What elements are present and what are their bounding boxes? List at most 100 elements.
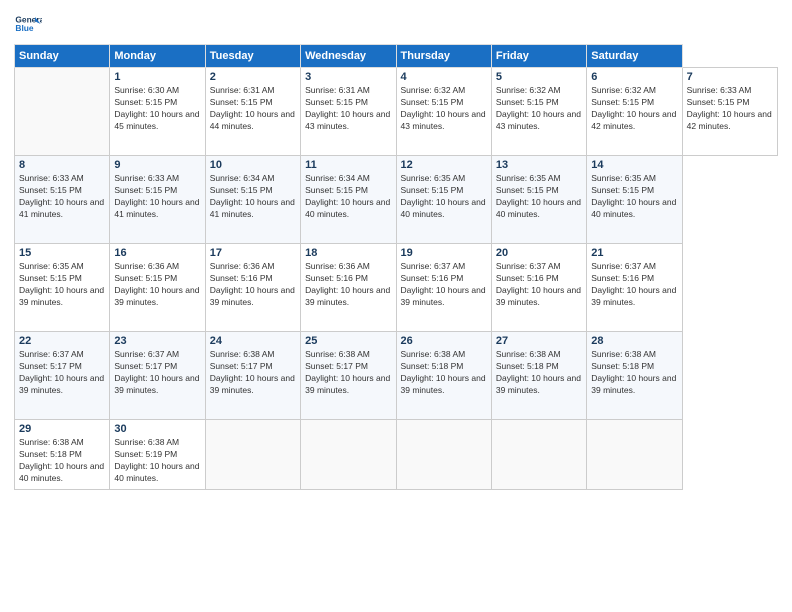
weekday-header-thursday: Thursday bbox=[396, 45, 491, 68]
day-info: Sunrise: 6:32 AMSunset: 5:15 PMDaylight:… bbox=[591, 85, 677, 133]
weekday-header-sunday: Sunday bbox=[15, 45, 110, 68]
day-number: 6 bbox=[591, 71, 677, 83]
week-row-1: 1 Sunrise: 6:30 AMSunset: 5:15 PMDaylight… bbox=[15, 68, 778, 156]
day-info: Sunrise: 6:32 AMSunset: 5:15 PMDaylight:… bbox=[496, 85, 582, 133]
calendar-cell: 10 Sunrise: 6:34 AMSunset: 5:15 PMDayligh… bbox=[205, 156, 300, 244]
calendar-cell: 14 Sunrise: 6:35 AMSunset: 5:15 PMDayligh… bbox=[587, 156, 682, 244]
calendar-cell bbox=[396, 420, 491, 490]
weekday-header-wednesday: Wednesday bbox=[301, 45, 396, 68]
day-info: Sunrise: 6:38 AMSunset: 5:17 PMDaylight:… bbox=[210, 349, 296, 397]
calendar-cell: 16Sunrise: 6:36 AMSunset: 5:15 PMDayligh… bbox=[110, 244, 205, 332]
day-info: Sunrise: 6:33 AMSunset: 5:15 PMDaylight:… bbox=[19, 173, 105, 221]
calendar-cell: 13 Sunrise: 6:35 AMSunset: 5:15 PMDayligh… bbox=[491, 156, 586, 244]
calendar-cell: 6 Sunrise: 6:32 AMSunset: 5:15 PMDaylight… bbox=[587, 68, 682, 156]
calendar-cell bbox=[301, 420, 396, 490]
calendar-cell: 11Sunrise: 6:34 AMSunset: 5:15 PMDayligh… bbox=[301, 156, 396, 244]
day-number: 10 bbox=[210, 159, 296, 171]
day-number: 2 bbox=[210, 71, 296, 83]
day-info: Sunrise: 6:30 AMSunset: 5:15 PMDaylight:… bbox=[114, 85, 200, 133]
header: General Blue bbox=[14, 10, 778, 38]
day-info: Sunrise: 6:38 AMSunset: 5:18 PMDaylight:… bbox=[401, 349, 487, 397]
calendar-cell: 25Sunrise: 6:38 AMSunset: 5:17 PMDayligh… bbox=[301, 332, 396, 420]
calendar-cell: 17 Sunrise: 6:36 AMSunset: 5:16 PMDayligh… bbox=[205, 244, 300, 332]
calendar-cell: 12 Sunrise: 6:35 AMSunset: 5:15 PMDayligh… bbox=[396, 156, 491, 244]
day-number: 30 bbox=[114, 423, 200, 435]
svg-text:Blue: Blue bbox=[15, 23, 33, 33]
calendar-cell: 8 Sunrise: 6:33 AMSunset: 5:15 PMDaylight… bbox=[15, 156, 110, 244]
day-number: 4 bbox=[401, 71, 487, 83]
weekday-header-tuesday: Tuesday bbox=[205, 45, 300, 68]
day-number: 17 bbox=[210, 247, 296, 259]
calendar-cell: 28 Sunrise: 6:38 AMSunset: 5:18 PMDayligh… bbox=[587, 332, 682, 420]
day-number: 18 bbox=[305, 247, 391, 259]
calendar-cell: 26 Sunrise: 6:38 AMSunset: 5:18 PMDayligh… bbox=[396, 332, 491, 420]
day-info: Sunrise: 6:36 AMSunset: 5:16 PMDaylight:… bbox=[210, 261, 296, 309]
day-info: Sunrise: 6:32 AMSunset: 5:15 PMDaylight:… bbox=[401, 85, 487, 133]
day-info: Sunrise: 6:35 AMSunset: 5:15 PMDaylight:… bbox=[401, 173, 487, 221]
calendar-cell: 21Sunrise: 6:37 AMSunset: 5:16 PMDayligh… bbox=[587, 244, 682, 332]
day-number: 23 bbox=[114, 335, 200, 347]
calendar-cell bbox=[205, 420, 300, 490]
day-number: 19 bbox=[401, 247, 487, 259]
calendar-cell: 2Sunrise: 6:31 AMSunset: 5:15 PMDaylight… bbox=[205, 68, 300, 156]
day-info: Sunrise: 6:33 AMSunset: 5:15 PMDaylight:… bbox=[114, 173, 200, 221]
calendar-cell: 18 Sunrise: 6:36 AMSunset: 5:16 PMDayligh… bbox=[301, 244, 396, 332]
day-number: 9 bbox=[114, 159, 200, 171]
week-row-4: 22 Sunrise: 6:37 AMSunset: 5:17 PMDayligh… bbox=[15, 332, 778, 420]
calendar-cell: 3 Sunrise: 6:31 AMSunset: 5:15 PMDaylight… bbox=[301, 68, 396, 156]
day-info: Sunrise: 6:35 AMSunset: 5:15 PMDaylight:… bbox=[496, 173, 582, 221]
weekday-header-friday: Friday bbox=[491, 45, 586, 68]
day-number: 25 bbox=[305, 335, 391, 347]
day-info: Sunrise: 6:37 AMSunset: 5:16 PMDaylight:… bbox=[401, 261, 487, 309]
day-number: 1 bbox=[114, 71, 200, 83]
day-number: 20 bbox=[496, 247, 582, 259]
day-number: 11 bbox=[305, 159, 391, 171]
day-number: 14 bbox=[591, 159, 677, 171]
day-info: Sunrise: 6:38 AMSunset: 5:18 PMDaylight:… bbox=[591, 349, 677, 397]
week-row-2: 8 Sunrise: 6:33 AMSunset: 5:15 PMDaylight… bbox=[15, 156, 778, 244]
day-number: 5 bbox=[496, 71, 582, 83]
calendar-cell: 23 Sunrise: 6:37 AMSunset: 5:17 PMDayligh… bbox=[110, 332, 205, 420]
day-number: 16 bbox=[114, 247, 200, 259]
day-info: Sunrise: 6:37 AMSunset: 5:16 PMDaylight:… bbox=[496, 261, 582, 309]
calendar-cell: 24 Sunrise: 6:38 AMSunset: 5:17 PMDayligh… bbox=[205, 332, 300, 420]
day-number: 27 bbox=[496, 335, 582, 347]
day-info: Sunrise: 6:37 AMSunset: 5:17 PMDaylight:… bbox=[114, 349, 200, 397]
calendar-cell: 27Sunrise: 6:38 AMSunset: 5:18 PMDayligh… bbox=[491, 332, 586, 420]
weekday-header-monday: Monday bbox=[110, 45, 205, 68]
day-number: 3 bbox=[305, 71, 391, 83]
day-info: Sunrise: 6:36 AMSunset: 5:16 PMDaylight:… bbox=[305, 261, 391, 309]
logo-icon: General Blue bbox=[14, 10, 42, 38]
calendar-cell bbox=[587, 420, 682, 490]
calendar-cell: 29Sunrise: 6:38 AMSunset: 5:18 PMDayligh… bbox=[15, 420, 110, 490]
calendar-cell: 1 Sunrise: 6:30 AMSunset: 5:15 PMDaylight… bbox=[110, 68, 205, 156]
weekday-header-row: SundayMondayTuesdayWednesdayThursdayFrid… bbox=[15, 45, 778, 68]
logo: General Blue bbox=[14, 10, 42, 38]
day-number: 28 bbox=[591, 335, 677, 347]
calendar-cell: 22Sunrise: 6:37 AMSunset: 5:17 PMDayligh… bbox=[15, 332, 110, 420]
day-number: 29 bbox=[19, 423, 105, 435]
calendar-cell bbox=[15, 68, 110, 156]
day-info: Sunrise: 6:33 AMSunset: 5:15 PMDaylight:… bbox=[687, 85, 773, 133]
day-number: 8 bbox=[19, 159, 105, 171]
day-info: Sunrise: 6:35 AMSunset: 5:15 PMDaylight:… bbox=[591, 173, 677, 221]
day-number: 15 bbox=[19, 247, 105, 259]
calendar-cell: 15 Sunrise: 6:35 AMSunset: 5:15 PMDayligh… bbox=[15, 244, 110, 332]
day-info: Sunrise: 6:34 AMSunset: 5:15 PMDaylight:… bbox=[210, 173, 296, 221]
day-info: Sunrise: 6:38 AMSunset: 5:19 PMDaylight:… bbox=[114, 437, 200, 485]
calendar-cell: 4 Sunrise: 6:32 AMSunset: 5:15 PMDaylight… bbox=[396, 68, 491, 156]
week-row-5: 29Sunrise: 6:38 AMSunset: 5:18 PMDayligh… bbox=[15, 420, 778, 490]
day-number: 7 bbox=[687, 71, 773, 83]
day-info: Sunrise: 6:35 AMSunset: 5:15 PMDaylight:… bbox=[19, 261, 105, 309]
calendar-cell: 5 Sunrise: 6:32 AMSunset: 5:15 PMDaylight… bbox=[491, 68, 586, 156]
day-number: 26 bbox=[401, 335, 487, 347]
day-number: 13 bbox=[496, 159, 582, 171]
weekday-header-saturday: Saturday bbox=[587, 45, 682, 68]
day-number: 22 bbox=[19, 335, 105, 347]
day-info: Sunrise: 6:31 AMSunset: 5:15 PMDaylight:… bbox=[305, 85, 391, 133]
day-number: 12 bbox=[401, 159, 487, 171]
calendar-cell: 30 Sunrise: 6:38 AMSunset: 5:19 PMDayligh… bbox=[110, 420, 205, 490]
week-row-3: 15 Sunrise: 6:35 AMSunset: 5:15 PMDayligh… bbox=[15, 244, 778, 332]
day-number: 24 bbox=[210, 335, 296, 347]
calendar-cell: 9 Sunrise: 6:33 AMSunset: 5:15 PMDaylight… bbox=[110, 156, 205, 244]
